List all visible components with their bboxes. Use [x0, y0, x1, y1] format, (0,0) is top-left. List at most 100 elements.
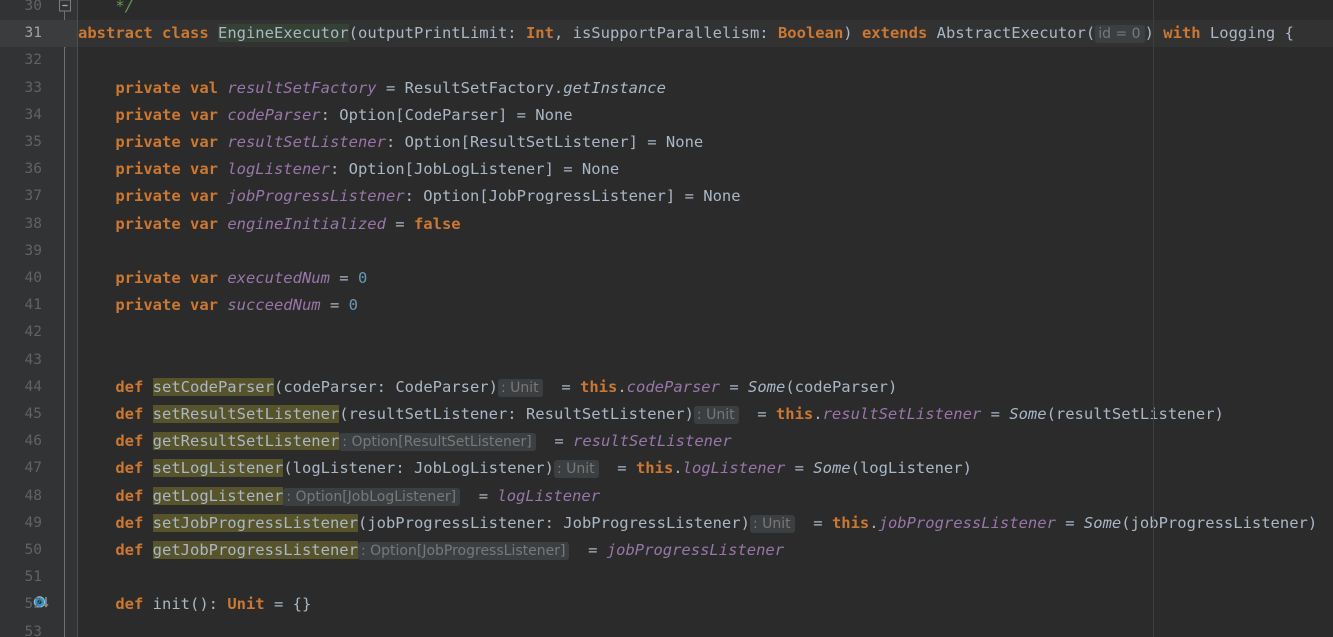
code-token: private var — [115, 106, 227, 124]
code-token: , — [554, 24, 573, 42]
line-number: 38 — [0, 211, 42, 238]
editor-line[interactable]: 36 private var logListener: Option[JobLo… — [0, 156, 1333, 183]
code-token: private var — [115, 160, 227, 178]
editor-line[interactable]: 47 def setLogListener(logListener: JobLo… — [0, 455, 1333, 482]
editor-line[interactable]: 51 — [0, 564, 1333, 591]
line-content[interactable]: def getResultSetListener: Option[ResultS… — [78, 428, 732, 456]
code-token: resultSetListener — [573, 432, 732, 450]
line-content[interactable]: def setJobProgressListener(jobProgressLi… — [78, 510, 1317, 538]
code-token: : Option[JobProgressListener] = None — [405, 187, 741, 205]
line-content[interactable]: def getLogListener: Option[JobLogListene… — [78, 483, 600, 511]
line-content[interactable]: private var logListener: Option[JobLogLi… — [78, 156, 619, 183]
line-content[interactable]: private var jobProgressListener: Option[… — [78, 183, 741, 210]
code-token — [78, 459, 115, 477]
line-content[interactable]: private var succeedNum = 0 — [78, 292, 358, 319]
editor-line[interactable]: 50 def getJobProgressListener: Option[Jo… — [0, 537, 1333, 564]
code-token: : Option[ResultSetListener] = None — [386, 133, 703, 151]
code-token — [78, 432, 115, 450]
code-editor[interactable]: 30 */31abstract class EngineExecutor(out… — [0, 0, 1333, 637]
code-token — [78, 0, 115, 15]
line-content[interactable]: def init(): Unit = {} — [78, 591, 311, 618]
line-number: 40 — [0, 265, 42, 292]
inlay-type-hint[interactable]: : Option[JobLogListener] — [283, 488, 460, 506]
code-token: = — [720, 378, 748, 396]
editor-line[interactable]: 33 private val resultSetFactory = Result… — [0, 75, 1333, 102]
code-token: executedNum — [227, 269, 330, 287]
inlay-type-hint[interactable]: : Unit — [498, 379, 543, 397]
code-token: logListener — [293, 459, 396, 477]
line-content[interactable]: private var engineInitialized = false — [78, 211, 461, 238]
editor-line[interactable]: 35 private var resultSetListener: Option… — [0, 129, 1333, 156]
inlay-type-hint[interactable]: : Unit — [750, 515, 795, 533]
inlay-type-hint[interactable]: : Option[ResultSetListener] — [339, 433, 535, 451]
code-token: this — [636, 459, 673, 477]
code-token: with — [1163, 24, 1200, 42]
code-token: ( — [283, 459, 292, 477]
editor-line[interactable]: 44 def setCodeParser(codeParser: CodePar… — [0, 374, 1333, 401]
code-token: false — [414, 215, 461, 233]
code-token: private var — [115, 187, 227, 205]
code-token: ) — [843, 24, 862, 42]
editor-line[interactable]: 41 private var succeedNum = 0 — [0, 292, 1333, 319]
editor-line[interactable]: 40 private var executedNum = 0 — [0, 265, 1333, 292]
line-number: 30 — [0, 0, 42, 20]
code-token: = — [536, 432, 573, 450]
editor-line[interactable]: 46 def getResultSetListener: Option[Resu… — [0, 428, 1333, 455]
highlighted-token: setResultSetListener — [153, 405, 340, 423]
editor-lines[interactable]: 30 */31abstract class EngineExecutor(out… — [0, 0, 1333, 637]
code-token: ( — [339, 405, 348, 423]
code-token: */ — [115, 0, 134, 15]
inlay-type-hint[interactable]: : Unit — [554, 460, 599, 478]
inlay-type-hint[interactable]: : Option[JobProgressListener] — [358, 542, 569, 560]
line-number: 42 — [0, 319, 42, 346]
inlay-type-hint[interactable]: : Unit — [694, 406, 739, 424]
editor-line[interactable]: 49 def setJobProgressListener(jobProgres… — [0, 510, 1333, 537]
highlighted-token: getLogListener — [153, 487, 284, 505]
line-content[interactable]: def setResultSetListener(resultSetListen… — [78, 401, 1224, 429]
line-number: 47 — [0, 455, 42, 482]
line-number: 48 — [0, 483, 42, 510]
line-content[interactable]: private val resultSetFactory = ResultSet… — [78, 75, 666, 102]
editor-line[interactable]: 48 def getLogListener: Option[JobLogList… — [0, 483, 1333, 510]
code-token: Some — [1084, 514, 1121, 532]
editor-line[interactable]: 43 — [0, 347, 1333, 374]
editor-line[interactable]: 30 */ — [0, 0, 1333, 20]
line-content[interactable]: def setLogListener(logListener: JobLogLi… — [78, 455, 972, 483]
inlay-type-hint[interactable]: id = 0 — [1095, 25, 1144, 43]
line-content[interactable]: private var executedNum = 0 — [78, 265, 367, 292]
code-token: private var — [115, 215, 227, 233]
code-token: def — [115, 459, 152, 477]
code-token — [78, 269, 115, 287]
editor-line[interactable]: 42 — [0, 319, 1333, 346]
line-number: 45 — [0, 401, 42, 428]
line-content[interactable]: def setCodeParser(codeParser: CodeParser… — [78, 374, 897, 402]
code-token: codeParser — [627, 378, 720, 396]
highlighted-token: setCodeParser — [153, 378, 274, 396]
line-content[interactable]: abstract class EngineExecutor(outputPrin… — [78, 20, 1294, 48]
line-content[interactable]: def getJobProgressListener: Option[JobPr… — [78, 537, 784, 565]
editor-line[interactable]: 52 def init(): Unit = {} — [0, 591, 1333, 618]
line-number: 53 — [0, 619, 42, 637]
code-token: engineInitialized — [227, 215, 386, 233]
line-content[interactable]: */ — [78, 0, 134, 20]
line-number: 41 — [0, 292, 42, 319]
editor-line[interactable]: 38 private var engineInitialized = false — [0, 211, 1333, 238]
code-token: = — [460, 487, 497, 505]
editor-line[interactable]: 45 def setResultSetListener(resultSetLis… — [0, 401, 1333, 428]
editor-line[interactable]: 39 — [0, 238, 1333, 265]
code-token: = — [569, 541, 606, 559]
editor-line[interactable]: 53 — [0, 619, 1333, 637]
code-token: = — [599, 459, 636, 477]
code-token: resultSetListener — [227, 133, 386, 151]
editor-line[interactable]: 37 private var jobProgressListener: Opti… — [0, 183, 1333, 210]
line-content[interactable]: private var codeParser: Option[CodeParse… — [78, 102, 573, 129]
editor-line[interactable]: 34 private var codeParser: Option[CodePa… — [0, 102, 1333, 129]
code-token: . — [869, 514, 878, 532]
code-token: private var — [115, 133, 227, 151]
line-number: 34 — [0, 102, 42, 129]
editor-line[interactable]: 32 — [0, 47, 1333, 74]
line-number: 49 — [0, 510, 42, 537]
line-content[interactable]: private var resultSetListener: Option[Re… — [78, 129, 703, 156]
code-token — [78, 215, 115, 233]
editor-line[interactable]: 31abstract class EngineExecutor(outputPr… — [0, 20, 1333, 47]
